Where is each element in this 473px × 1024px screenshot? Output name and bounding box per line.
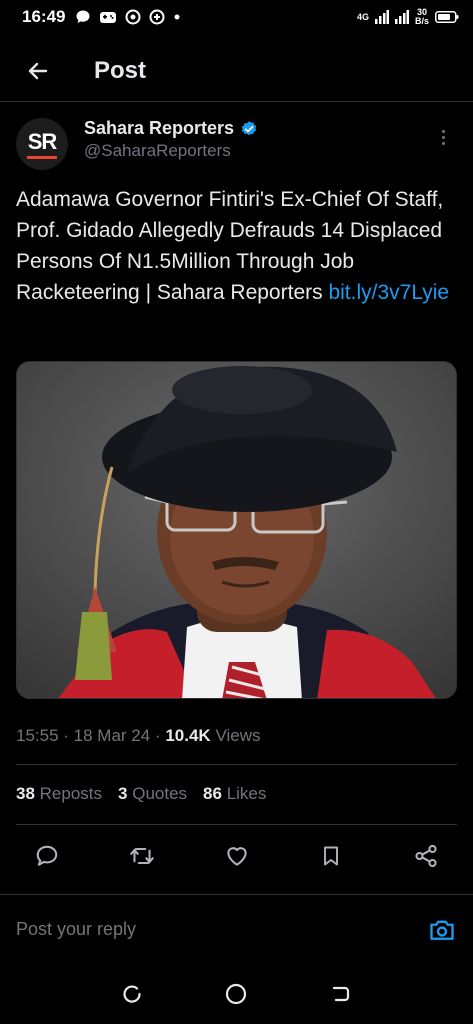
views-count: 10.4K <box>165 726 211 745</box>
post-time: 15:55 <box>16 726 59 745</box>
signal-icon-2 <box>394 10 409 24</box>
nav-home-button[interactable] <box>219 977 253 1011</box>
author-display-name: Sahara Reporters <box>84 118 235 138</box>
status-time: 16:49 <box>22 7 66 26</box>
arrow-left-icon <box>28 62 48 79</box>
app-notification-icon-2 <box>149 9 165 25</box>
avatar-text: SR <box>27 129 58 154</box>
repost-icon <box>129 847 154 865</box>
post-actions <box>16 838 457 874</box>
heart-icon <box>226 847 247 866</box>
battery-icon <box>435 11 459 23</box>
author-names: Sahara Reporters @SaharaReporters <box>84 118 258 161</box>
reply-input[interactable] <box>16 919 427 940</box>
status-right: 4G 30 B/s <box>357 8 459 26</box>
post-link[interactable]: bit.ly/3v7Lyie <box>328 281 449 304</box>
quotes-stat[interactable]: 3 Quotes <box>118 784 187 804</box>
chat-notification-icon <box>76 10 90 23</box>
camera-icon <box>430 920 454 940</box>
recents-icon <box>123 985 141 1003</box>
like-button[interactable] <box>222 841 252 871</box>
signal-icon <box>374 10 389 24</box>
network-type: 4G <box>356 12 369 22</box>
post-meta: 15:55 · 18 Mar 24 · 10.4K Views <box>16 726 261 745</box>
network-speed: 30 B/s <box>414 7 429 26</box>
verified-badge-icon <box>241 120 257 135</box>
more-vertical-icon <box>441 130 445 133</box>
author-handle[interactable]: @SaharaReporters <box>84 141 258 161</box>
post-image[interactable] <box>16 361 457 699</box>
reposts-stat[interactable]: 38 Reposts <box>16 784 102 804</box>
status-bar: 16:49 4G 30 B/s <box>0 0 473 34</box>
views-label: Views <box>215 726 261 745</box>
avatar[interactable]: SR <box>16 118 68 170</box>
more-options-button[interactable] <box>435 130 451 145</box>
home-circle-icon <box>226 983 247 1005</box>
app-notification-icon <box>125 9 141 25</box>
top-bar: Post <box>0 40 473 102</box>
post-author: SR Sahara Reporters @SaharaReporters <box>16 118 457 178</box>
reply-bar <box>0 894 473 964</box>
comment-icon <box>36 845 58 866</box>
back-nav-icon <box>332 986 349 1002</box>
nav-back-button[interactable] <box>324 977 358 1011</box>
share-button[interactable] <box>411 841 441 871</box>
back-button[interactable] <box>18 51 58 91</box>
share-icon <box>415 844 437 868</box>
divider <box>16 824 457 825</box>
repost-button[interactable] <box>127 841 157 871</box>
page-title: Post <box>94 56 147 84</box>
post-stats: 38 Reposts 3 Quotes 86 Likes <box>16 784 266 804</box>
likes-stat[interactable]: 86 Likes <box>203 784 266 804</box>
bookmark-button[interactable] <box>316 841 346 871</box>
camera-button[interactable] <box>427 915 457 945</box>
notification-icons <box>75 9 181 25</box>
nav-recents-button[interactable] <box>115 977 149 1011</box>
post-date: 18 Mar 24 <box>73 726 151 745</box>
portrait-illustration <box>17 362 456 698</box>
post-text: Adamawa Governor Fintiri's Ex-Chief Of S… <box>16 184 457 308</box>
system-nav-bar <box>0 964 473 1024</box>
bookmark-icon <box>324 846 339 866</box>
divider <box>16 764 457 765</box>
display-name-row[interactable]: Sahara Reporters <box>84 118 258 139</box>
avatar-logo-bar <box>27 156 57 159</box>
gamepad-notification-icon <box>100 12 117 23</box>
more-notifications-dot-icon <box>174 14 180 20</box>
reply-button[interactable] <box>32 841 62 871</box>
